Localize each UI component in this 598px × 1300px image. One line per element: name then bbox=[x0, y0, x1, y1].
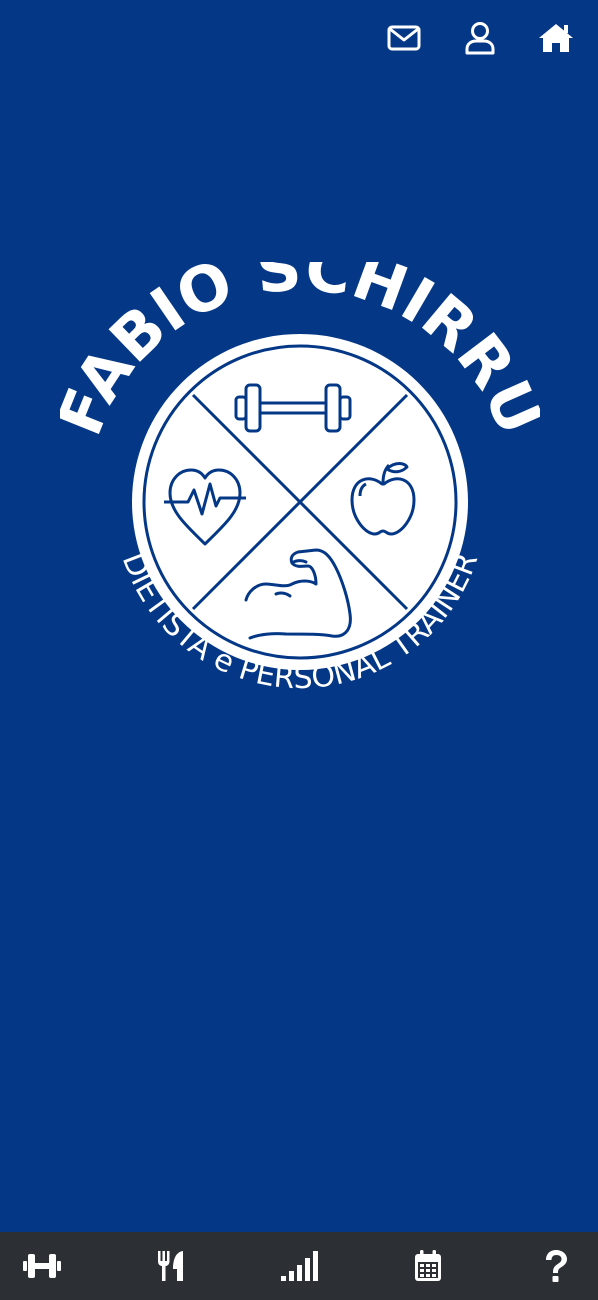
top-bar bbox=[384, 18, 576, 58]
nav-calendar-button[interactable] bbox=[406, 1244, 450, 1288]
nav-progress-button[interactable] bbox=[277, 1244, 321, 1288]
utensils-icon bbox=[157, 1251, 183, 1281]
signal-bars-icon bbox=[281, 1251, 318, 1281]
nav-diet-button[interactable] bbox=[149, 1244, 193, 1288]
dumbbell-icon bbox=[23, 1254, 61, 1278]
messages-button[interactable] bbox=[384, 18, 424, 58]
fabio-schirru-logo: FABIO SCHIRRU DIETISTA e PERSONAL TRAINE… bbox=[60, 262, 540, 696]
nav-workout-button[interactable] bbox=[20, 1244, 64, 1288]
home-screen: FABIO SCHIRRU DIETISTA e PERSONAL TRAINE… bbox=[0, 0, 598, 1300]
home-icon bbox=[539, 24, 573, 52]
bottom-navigation bbox=[0, 1232, 598, 1300]
user-icon bbox=[465, 22, 495, 55]
mail-icon bbox=[387, 25, 421, 51]
question-icon bbox=[546, 1250, 567, 1282]
profile-button[interactable] bbox=[460, 18, 500, 58]
nav-help-button[interactable] bbox=[534, 1244, 578, 1288]
home-button[interactable] bbox=[536, 18, 576, 58]
calendar-icon bbox=[414, 1250, 441, 1281]
